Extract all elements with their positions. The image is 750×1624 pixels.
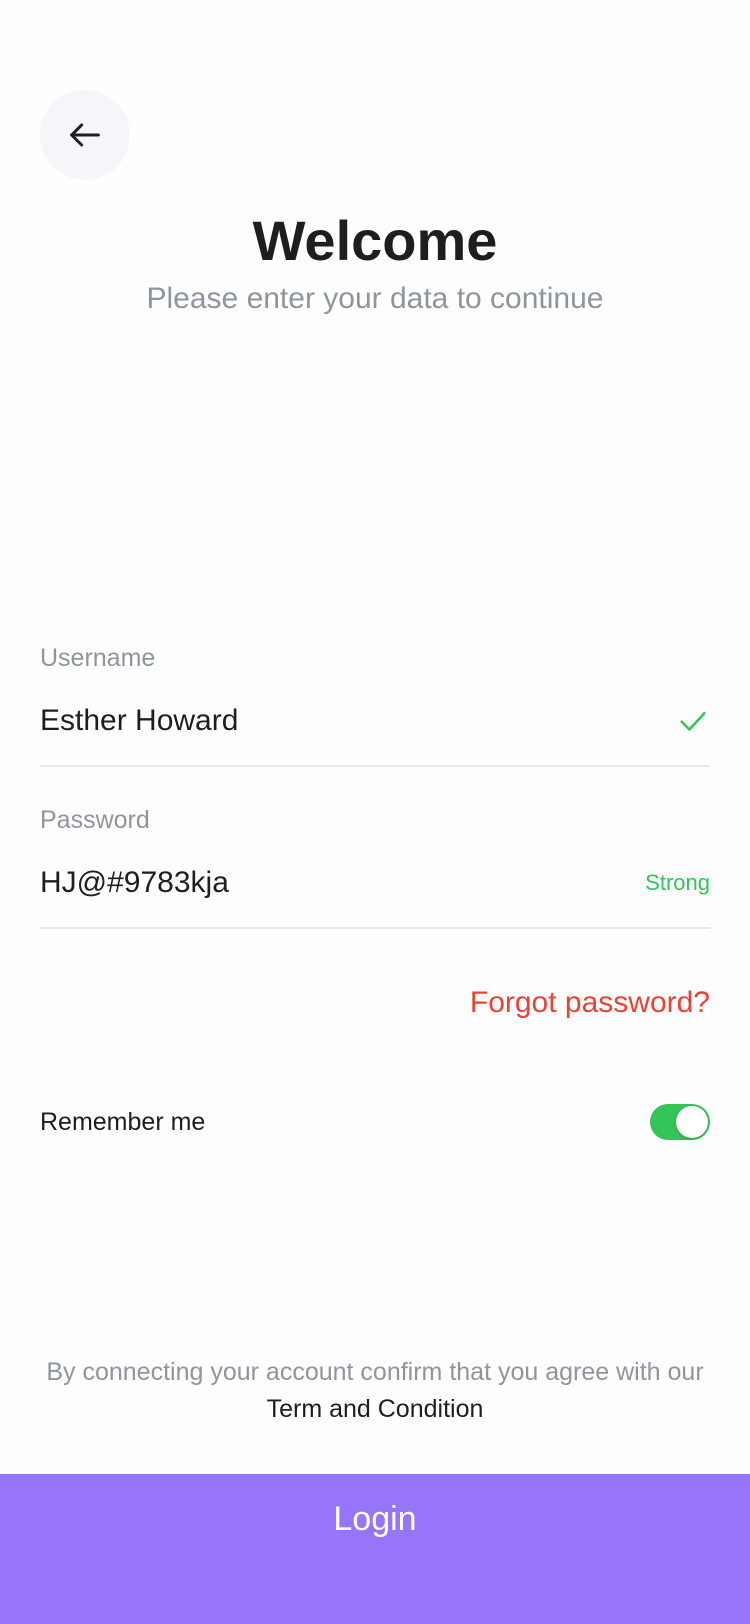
password-label: Password [40,806,150,834]
login-screen: Welcome Please enter your data to contin… [0,0,750,1624]
back-button[interactable] [40,90,130,180]
terms-text: By connecting your account confirm that … [40,1354,710,1428]
forgot-password-link[interactable]: Forgot password? [470,986,710,1020]
username-label: Username [40,644,156,672]
remember-me-label: Remember me [40,1107,206,1136]
username-row [40,691,710,767]
remember-me-toggle[interactable] [650,1104,710,1140]
terms-prefix: By connecting your account confirm that … [46,1358,704,1386]
checkmark-icon [676,704,710,738]
remember-me-row: Remember me [40,1104,710,1140]
username-input[interactable] [40,704,560,738]
password-row: Strong [40,853,710,929]
arrow-left-icon [70,123,100,147]
username-field: Username [40,644,710,767]
terms-link[interactable]: Term and Condition [267,1395,484,1423]
toggle-knob [676,1106,708,1138]
password-input[interactable] [40,866,560,900]
page-title: Welcome [252,209,498,272]
password-strength-badge: Strong [645,870,710,895]
login-button[interactable]: Login [0,1474,750,1624]
page-subtitle: Please enter your data to continue [146,282,604,315]
password-field: Password Strong [40,806,710,929]
